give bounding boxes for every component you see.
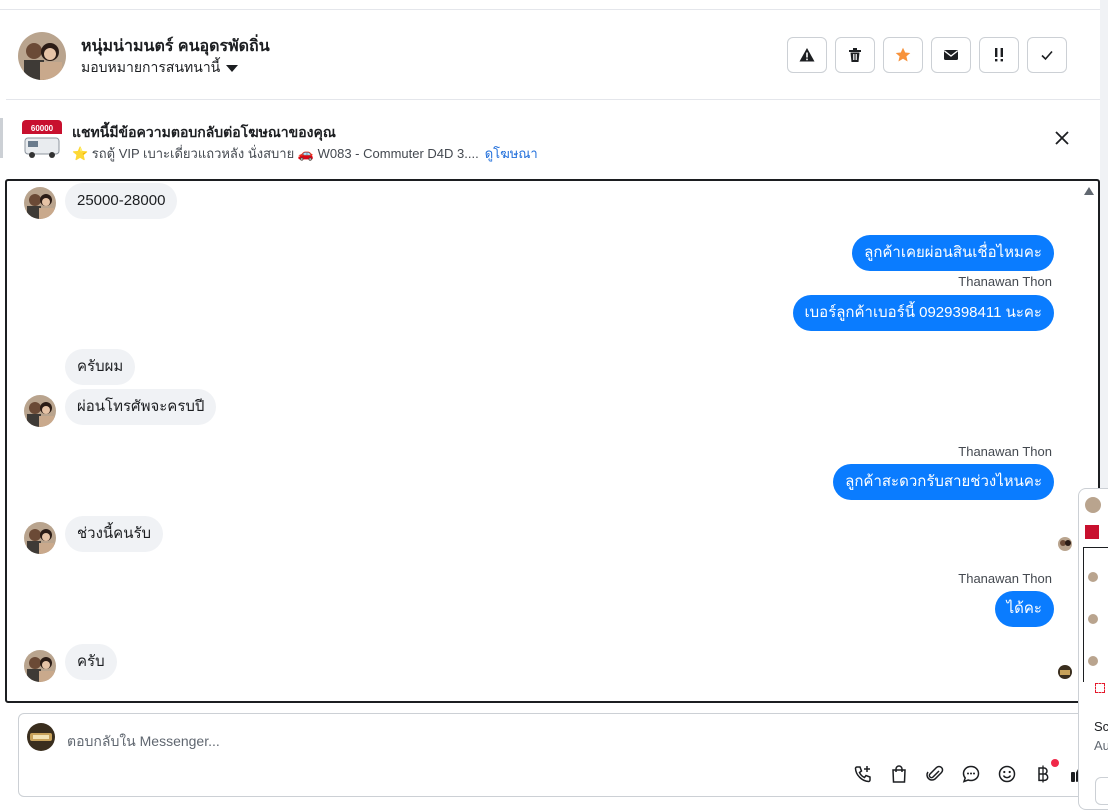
mark-done-button[interactable]	[1027, 37, 1067, 73]
composer-tools	[853, 759, 1089, 784]
mini-text-1: Sc	[1094, 719, 1108, 734]
exclamation-icon	[995, 48, 1003, 62]
mini-text-2: Au	[1094, 738, 1108, 753]
contact-avatar-small	[24, 522, 56, 554]
sender-name: Thanawan Thon	[958, 274, 1052, 289]
mark-unread-button[interactable]	[931, 37, 971, 73]
view-ad-link[interactable]: ดูโฆษณา	[485, 143, 538, 164]
contact-avatar-small	[24, 187, 56, 219]
assign-conversation-dropdown[interactable]: มอบหมายการสนทนานี้	[81, 57, 239, 79]
message-composer: ตอบกลับใน Messenger...	[18, 713, 1100, 797]
phone-plus-icon	[854, 766, 871, 783]
ad-banner-subtitle: ⭐ รถตู้ VIP เบาะเดี่ยวแถวหลัง นั่งสบาย 🚗…	[72, 143, 538, 164]
scroll-up-arrow[interactable]	[1084, 187, 1094, 195]
page-avatar	[27, 723, 55, 751]
ad-description: ⭐ รถตู้ VIP เบาะเดี่ยวแถวหลัง นั่งสบาย 🚗…	[72, 146, 479, 161]
call-button[interactable]	[853, 764, 873, 784]
conversation-header: หนุ่มน่ามนตร์ คนอุดรพัดถิ่น มอบหมายการสน…	[6, 10, 1100, 100]
message-thread[interactable]: 25000-28000 ลูกค้าเคยผ่อนสินเชื่อไหมคะ T…	[5, 179, 1100, 703]
warning-icon	[799, 48, 815, 62]
trash-icon	[849, 48, 861, 62]
attach-button[interactable]	[925, 764, 945, 784]
paperclip-icon	[926, 765, 944, 781]
payment-button[interactable]	[1033, 759, 1059, 784]
mini-avatar	[1085, 497, 1101, 513]
incoming-message[interactable]: ครับ	[65, 644, 117, 680]
top-divider	[0, 0, 1100, 10]
assign-label: มอบหมายการสนทนานี้	[81, 59, 221, 75]
floating-chat-preview[interactable]: Sc Au	[1078, 488, 1108, 810]
left-panel-edge	[0, 118, 3, 158]
ad-thumbnail[interactable]: 60000	[22, 120, 62, 160]
outgoing-message[interactable]: ลูกค้าสะดวกรับสายช่วงไหนคะ	[833, 464, 1054, 500]
envelope-icon	[944, 50, 958, 60]
contact-avatar-small	[24, 650, 56, 682]
contact-name[interactable]: หนุ่มน่ามนตร์ คนอุดรพัดถิ่น	[81, 34, 270, 59]
mini-thread	[1083, 547, 1108, 682]
delete-button[interactable]	[835, 37, 875, 73]
incoming-message[interactable]: ผ่อนโทรศัพจะครบปี	[65, 389, 217, 425]
star-button[interactable]	[883, 37, 923, 73]
notification-dot	[1051, 759, 1059, 767]
star-icon	[895, 47, 911, 62]
mini-icon	[1095, 683, 1105, 693]
incoming-message[interactable]: 25000-28000	[65, 183, 178, 219]
saved-replies-button[interactable]	[961, 764, 981, 784]
check-icon	[1041, 50, 1053, 61]
contact-avatar[interactable]	[18, 32, 66, 80]
sender-name: Thanawan Thon	[958, 571, 1052, 586]
smiley-icon	[998, 765, 1016, 783]
follow-up-button[interactable]	[979, 37, 1019, 73]
contact-avatar-small	[24, 395, 56, 427]
mini-button[interactable]	[1095, 777, 1108, 805]
close-icon[interactable]	[1054, 130, 1070, 146]
seen-receipt-avatar	[1058, 537, 1072, 551]
incoming-message[interactable]: ครับผม	[65, 349, 136, 385]
outgoing-message[interactable]: ลูกค้าเคยผ่อนสินเชื่อไหมคะ	[852, 235, 1054, 271]
chat-bubble-icon	[962, 765, 980, 783]
seen-receipt-avatar	[1058, 665, 1072, 679]
shop-button[interactable]	[889, 764, 909, 784]
outgoing-message[interactable]: ได้คะ	[994, 591, 1054, 627]
caret-down-icon	[226, 64, 239, 72]
mini-avatar	[1088, 572, 1098, 582]
sender-name: Thanawan Thon	[958, 444, 1052, 459]
mini-avatar	[1088, 614, 1098, 624]
mini-ad-thumbnail	[1085, 525, 1099, 539]
report-spam-button[interactable]	[787, 37, 827, 73]
incoming-message[interactable]: ช่วงนี้คนรับ	[65, 516, 164, 552]
ad-reply-banner: 60000 แชทนี้มีข้อความตอบกลับต่อโฆษณาของค…	[6, 100, 1100, 178]
reply-input[interactable]: ตอบกลับใน Messenger...	[67, 731, 220, 753]
ad-banner-title: แชทนี้มีข้อความตอบกลับต่อโฆษณาของคุณ	[72, 124, 336, 140]
mini-avatar	[1088, 656, 1098, 666]
shopping-bag-icon	[892, 765, 906, 783]
messenger-inbox: หนุ่มน่ามนตร์ คนอุดรพัดถิ่น มอบหมายการสน…	[0, 0, 1108, 810]
header-actions	[787, 37, 1067, 73]
ad-thumb-text: 60000	[31, 124, 54, 133]
outgoing-message[interactable]: เบอร์ลูกค้าเบอร์นี้ 0929398411 นะคะ	[792, 295, 1054, 331]
baht-icon	[1038, 765, 1049, 783]
emoji-button[interactable]	[997, 764, 1017, 784]
